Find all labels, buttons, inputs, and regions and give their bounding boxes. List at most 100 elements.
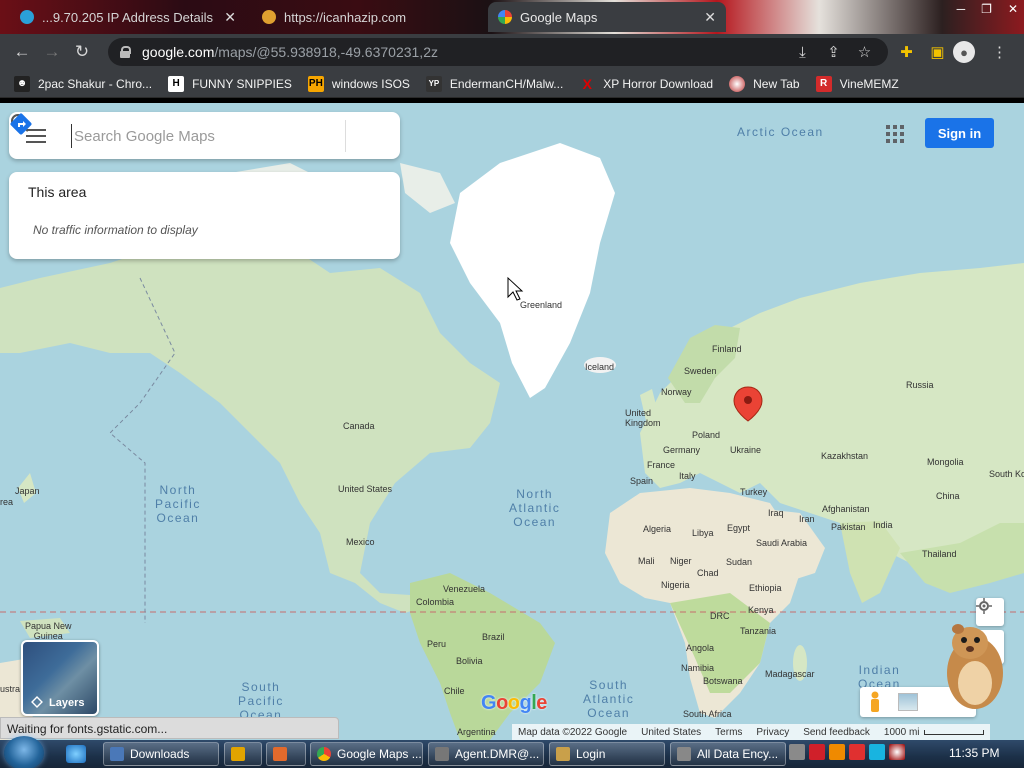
traffic-message: No traffic information to display xyxy=(33,223,198,237)
map-data-text: Map data ©2022 Google xyxy=(518,726,628,738)
terms-link[interactable]: Terms xyxy=(715,727,742,738)
divider xyxy=(345,120,346,152)
bookmark-endermanch[interactable]: YP EndermanCH/Malw... xyxy=(425,75,563,92)
h-icon: H xyxy=(168,75,185,92)
task-all-data-encryption[interactable]: All Data Ency... xyxy=(670,742,786,766)
place-label: United States xyxy=(338,484,393,494)
taskbar-clock[interactable]: 11:35 PM xyxy=(949,746,999,760)
task-downloads[interactable]: Downloads xyxy=(103,742,219,766)
scale-bar[interactable]: 1000 mi xyxy=(884,727,984,738)
place-label: Canada xyxy=(343,421,375,431)
tab-title: Google Maps xyxy=(520,9,598,25)
place-label: Mexico xyxy=(346,537,375,547)
chrome-icon xyxy=(317,747,331,761)
side-panel-icon[interactable]: ▣ xyxy=(922,43,953,61)
bookmark-vinememz[interactable]: R VineMEMZ xyxy=(815,75,899,92)
place-label: Chad xyxy=(697,568,719,578)
browser-actions: ✚ ▣ ● ⋮ xyxy=(891,34,1015,70)
minimize-icon[interactable]: ─ xyxy=(957,2,966,16)
bookmark-xp-horror[interactable]: X XP Horror Download xyxy=(579,76,714,92)
tab-icanhazip[interactable]: https://icanhazip.com xyxy=(252,2,488,32)
extensions-icon[interactable]: ✚ xyxy=(891,43,922,61)
task-login[interactable]: Login xyxy=(549,742,665,766)
place-label: Iceland xyxy=(585,362,615,372)
browser-toolbar: ← → ↻ google.com/maps/@55.938918,-49.637… xyxy=(0,34,1024,70)
layers-icon xyxy=(31,696,43,708)
place-label: Pakistan xyxy=(831,522,866,532)
tray-flag-icon[interactable] xyxy=(849,744,865,760)
share-icon[interactable]: ⇪ xyxy=(818,43,849,61)
place-label: Angola xyxy=(686,643,715,653)
map-canvas[interactable]: Arctic Ocean North Pacific Ocean North A… xyxy=(0,103,1024,740)
tray-v-icon[interactable] xyxy=(809,744,825,760)
place-label: Argentina xyxy=(457,727,496,737)
place-label: United Kingdom xyxy=(625,408,661,428)
sign-in-button[interactable]: Sign in xyxy=(925,118,994,148)
internet-explorer-icon[interactable] xyxy=(66,745,86,763)
close-tab-icon[interactable]: ✕ xyxy=(704,9,716,26)
profile-button[interactable]: ● xyxy=(953,41,984,63)
bookmark-funny-snippies[interactable]: H FUNNY SNIPPIES xyxy=(168,75,292,92)
area-title: This area xyxy=(28,184,87,200)
place-label: Egypt xyxy=(727,523,751,533)
app-icon xyxy=(273,747,287,761)
layers-button[interactable]: Layers xyxy=(21,640,99,716)
bookmark-2pac[interactable]: ☻ 2pac Shakur - Chro... xyxy=(14,75,152,92)
region-link[interactable]: United States xyxy=(641,727,701,738)
place-label: Brazil xyxy=(482,632,505,642)
close-window-icon[interactable]: ✕ xyxy=(1008,2,1018,16)
directions-icon[interactable] xyxy=(9,112,33,136)
place-label: Iraq xyxy=(768,508,784,518)
window-icon xyxy=(677,747,691,761)
install-app-icon[interactable]: ⤓ xyxy=(787,44,818,61)
place-label: Algeria xyxy=(643,524,672,534)
menu-kebab-icon[interactable]: ⋮ xyxy=(984,43,1015,61)
search-input[interactable] xyxy=(71,124,296,148)
bookmark-new-tab[interactable]: New Tab xyxy=(729,75,800,92)
place-label: Sweden xyxy=(684,366,717,376)
system-tray xyxy=(789,744,905,760)
close-tab-icon[interactable]: ✕ xyxy=(224,9,236,26)
lock-icon[interactable] xyxy=(120,46,131,58)
privacy-link[interactable]: Privacy xyxy=(756,727,789,738)
globe-favicon-icon xyxy=(262,10,276,24)
google-apps-icon[interactable] xyxy=(886,125,904,143)
task-app[interactable] xyxy=(266,742,306,766)
place-label: Germany xyxy=(663,445,701,455)
address-bar[interactable]: google.com/maps/@55.938918,-49.6370231,2… xyxy=(108,38,888,66)
place-label: ustra xyxy=(0,684,21,694)
window-controls: ─ ❐ ✕ xyxy=(957,2,1018,16)
tab-google-maps[interactable]: Google Maps ✕ xyxy=(488,2,726,32)
start-orb-icon[interactable] xyxy=(4,736,44,768)
send-feedback-link[interactable]: Send feedback xyxy=(803,727,870,738)
bookmarks-bar: ☻ 2pac Shakur - Chro... H FUNNY SNIPPIES P… xyxy=(0,70,1024,98)
place-label: Spain xyxy=(630,476,654,486)
address-bar-actions: ⤓ ⇪ ☆ xyxy=(787,34,880,70)
traffic-info-card: This area No traffic information to disp… xyxy=(9,172,400,259)
bookmark-windows-isos[interactable]: PH windows ISOS xyxy=(307,75,410,92)
place-label: Colombia xyxy=(416,597,455,607)
bookmark-star-icon[interactable]: ☆ xyxy=(849,43,880,61)
pegman-icon[interactable] xyxy=(868,691,882,713)
reload-icon[interactable]: ↻ xyxy=(67,42,97,62)
place-label: Bolivia xyxy=(456,656,483,666)
tray-search-icon[interactable] xyxy=(829,744,845,760)
back-icon[interactable]: ← xyxy=(7,42,37,62)
place-label: India xyxy=(873,520,893,530)
north-america-land xyxy=(0,238,500,613)
task-google-maps[interactable]: Google Maps ... xyxy=(310,742,423,766)
place-label: Ukraine xyxy=(730,445,762,455)
tab-ip-details[interactable]: ...9.70.205 IP Address Details ✕ xyxy=(10,2,246,32)
place-label: Venezuela xyxy=(443,584,486,594)
place-label: rea xyxy=(0,497,14,507)
place-label: Russia xyxy=(906,380,934,390)
tray-app-icon[interactable] xyxy=(789,744,805,760)
tray-monitor-icon[interactable] xyxy=(869,744,885,760)
task-media-player[interactable] xyxy=(224,742,262,766)
task-agent-dmr[interactable]: Agent.DMR@... xyxy=(428,742,544,766)
taskbar: Downloads Google Maps ... Agent.DMR@... … xyxy=(0,736,1024,768)
forward-icon[interactable]: → xyxy=(37,42,67,62)
maximize-icon[interactable]: ❐ xyxy=(981,2,992,16)
imagery-thumbnail[interactable] xyxy=(898,693,918,711)
tray-volume-icon[interactable] xyxy=(889,744,905,760)
